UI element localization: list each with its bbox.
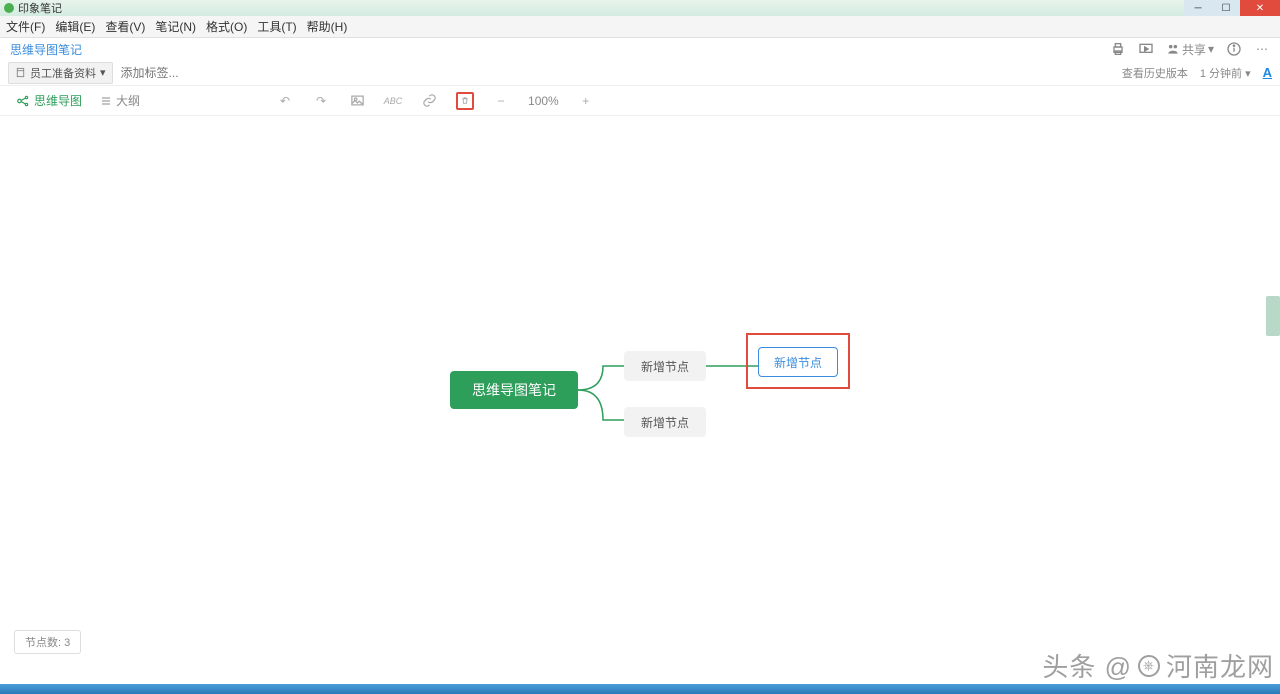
minimize-button[interactable]: ─ bbox=[1184, 0, 1212, 16]
abc-icon[interactable]: ABC bbox=[384, 92, 402, 110]
menu-file[interactable]: 文件(F) bbox=[6, 18, 45, 35]
tag-left: 员工准备资料 ▾ bbox=[8, 62, 276, 84]
watermark-prefix: 头条 @ bbox=[1042, 647, 1132, 684]
menu-bar: 文件(F) 编辑(E) 查看(V) 笔记(N) 格式(O) 工具(T) 帮助(H… bbox=[0, 16, 1280, 38]
notebook-selector[interactable]: 员工准备资料 ▾ bbox=[8, 62, 113, 84]
share-label: 共享 bbox=[1182, 41, 1206, 58]
watermark: 头条 @ ⎈ 河南龙网 bbox=[1042, 647, 1274, 684]
delete-icon[interactable] bbox=[456, 92, 474, 110]
more-icon[interactable]: ⋯ bbox=[1254, 41, 1270, 57]
mindmap-toolbar: 思维导图 大纲 ↶ ↷ ABC − 100% + bbox=[0, 86, 1280, 116]
timestamp: 1 分钟前 ▾ bbox=[1200, 65, 1251, 81]
info-icon[interactable] bbox=[1226, 41, 1242, 57]
tag-input[interactable] bbox=[121, 66, 276, 80]
window-title: 印象笔记 bbox=[18, 0, 62, 16]
present-icon[interactable] bbox=[1138, 41, 1154, 57]
watermark-text: 河南龙网 bbox=[1166, 647, 1274, 684]
scrollbar-vertical[interactable] bbox=[1266, 296, 1280, 336]
link-icon[interactable] bbox=[420, 92, 438, 110]
undo-icon[interactable]: ↶ bbox=[276, 92, 294, 110]
chevron-down-icon: ▾ bbox=[100, 66, 106, 79]
note-header: 思维导图笔记 共享 ▾ ⋯ bbox=[0, 38, 1280, 60]
notebook-name: 员工准备资料 bbox=[30, 65, 96, 81]
chevron-down-icon: ▾ bbox=[1208, 42, 1214, 56]
redo-icon[interactable]: ↷ bbox=[312, 92, 330, 110]
windows-taskbar[interactable] bbox=[0, 684, 1280, 694]
print-icon[interactable] bbox=[1110, 41, 1126, 57]
image-icon[interactable] bbox=[348, 92, 366, 110]
tab-outline-label: 大纲 bbox=[116, 92, 140, 109]
zoom-in-icon[interactable]: + bbox=[577, 92, 595, 110]
tab-mindmap[interactable]: 思维导图 bbox=[16, 92, 82, 109]
menu-view[interactable]: 查看(V) bbox=[105, 18, 145, 35]
menu-format[interactable]: 格式(O) bbox=[206, 18, 247, 35]
app-icon bbox=[4, 3, 14, 13]
mindmap-root-node[interactable]: 思维导图笔记 bbox=[450, 371, 578, 409]
note-actions: 共享 ▾ ⋯ bbox=[1110, 41, 1270, 58]
mindmap-canvas[interactable]: 思维导图笔记 新增节点 新增节点 新增节点 bbox=[0, 116, 1280, 656]
close-button[interactable]: ✕ bbox=[1240, 0, 1280, 16]
window-controls: ─ ☐ ✕ bbox=[1184, 0, 1280, 16]
tab-outline[interactable]: 大纲 bbox=[100, 92, 140, 109]
mindmap-child-node-2[interactable]: 新增节点 bbox=[624, 407, 706, 437]
menu-edit[interactable]: 编辑(E) bbox=[55, 18, 95, 35]
menu-help[interactable]: 帮助(H) bbox=[307, 18, 348, 35]
maximize-button[interactable]: ☐ bbox=[1212, 0, 1240, 16]
watermark-icon: ⎈ bbox=[1138, 655, 1160, 677]
history-link[interactable]: 查看历史版本 bbox=[1122, 65, 1188, 81]
tag-right: 查看历史版本 1 分钟前 ▾ A bbox=[1122, 65, 1272, 81]
tag-row: 员工准备资料 ▾ 查看历史版本 1 分钟前 ▾ A bbox=[0, 60, 1280, 86]
node-count-badge: 节点数: 3 bbox=[14, 630, 81, 654]
zoom-level[interactable]: 100% bbox=[528, 94, 559, 108]
zoom-out-icon[interactable]: − bbox=[492, 92, 510, 110]
share-button[interactable]: 共享 ▾ bbox=[1166, 41, 1214, 58]
menu-note[interactable]: 笔记(N) bbox=[155, 18, 196, 35]
mindmap-child-node-1[interactable]: 新增节点 bbox=[624, 351, 706, 381]
window-titlebar: 印象笔记 ─ ☐ ✕ bbox=[0, 0, 1280, 16]
note-title[interactable]: 思维导图笔记 bbox=[10, 41, 82, 58]
mindmap-grandchild-node[interactable]: 新增节点 bbox=[758, 347, 838, 377]
font-color-button[interactable]: A bbox=[1263, 65, 1272, 80]
tab-mindmap-label: 思维导图 bbox=[34, 92, 82, 109]
menu-tools[interactable]: 工具(T) bbox=[257, 18, 296, 35]
